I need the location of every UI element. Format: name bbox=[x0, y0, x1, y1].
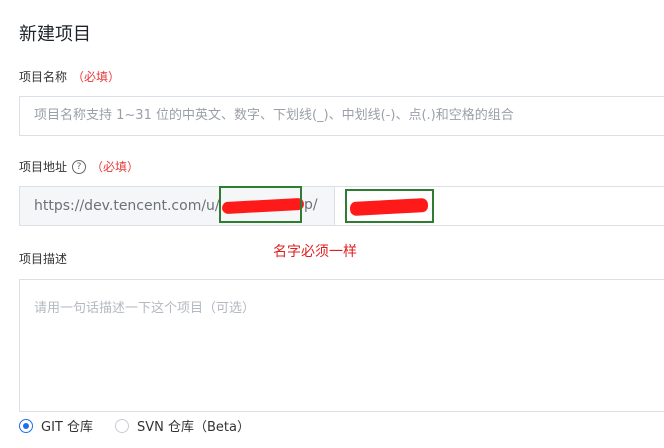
annotation-text: 名字必须一样 bbox=[273, 244, 357, 260]
project-address-prefix-text: https://dev.tencent.com/u/ bbox=[34, 198, 220, 214]
project-name-label-row: 项目名称 （必填） bbox=[19, 68, 120, 85]
project-description-label: 项目描述 bbox=[19, 252, 68, 266]
page-title: 新建项目 bbox=[19, 24, 91, 45]
project-name-placeholder: 项目名称支持 1~31 位的中英文、数字、下划线(_)、中划线(-)、点(.)和… bbox=[34, 108, 514, 123]
project-name-required: （必填） bbox=[72, 70, 121, 84]
highlight-box-user bbox=[219, 186, 302, 223]
question-circle-icon[interactable]: ? bbox=[72, 159, 87, 174]
project-description-placeholder: 请用一句话描述一下这个项目（可选） bbox=[34, 301, 256, 316]
radio-svn-label: SVN 仓库（Beta） bbox=[136, 420, 250, 435]
project-description-textarea[interactable]: 请用一句话描述一下这个项目（可选） bbox=[19, 279, 664, 412]
project-name-label: 项目名称 bbox=[19, 70, 68, 84]
radio-svn[interactable]: SVN 仓库（Beta） bbox=[114, 416, 250, 435]
project-name-input[interactable]: 项目名称支持 1~31 位的中英文、数字、下划线(_)、中划线(-)、点(.)和… bbox=[19, 96, 664, 136]
radio-git-label: GIT 仓库 bbox=[41, 420, 93, 435]
new-project-form: 新建项目 项目名称 （必填） 项目名称支持 1~31 位的中英文、数字、下划线(… bbox=[0, 0, 664, 448]
radio-git[interactable]: GIT 仓库 bbox=[19, 416, 93, 435]
project-address-label-row: 项目地址 ? （必填） bbox=[19, 158, 139, 175]
project-address-required: （必填） bbox=[91, 160, 140, 174]
project-description-label-row: 项目描述 bbox=[19, 250, 67, 267]
project-address-prefix-tail: p/ bbox=[304, 197, 318, 213]
highlight-box-name bbox=[345, 189, 434, 223]
repository-type-group: GIT 仓库 SVN 仓库（Beta） bbox=[19, 416, 272, 435]
project-address-label: 项目地址 bbox=[19, 160, 68, 174]
radio-git-indicator[interactable] bbox=[19, 418, 33, 433]
radio-svn-indicator[interactable] bbox=[114, 418, 129, 433]
